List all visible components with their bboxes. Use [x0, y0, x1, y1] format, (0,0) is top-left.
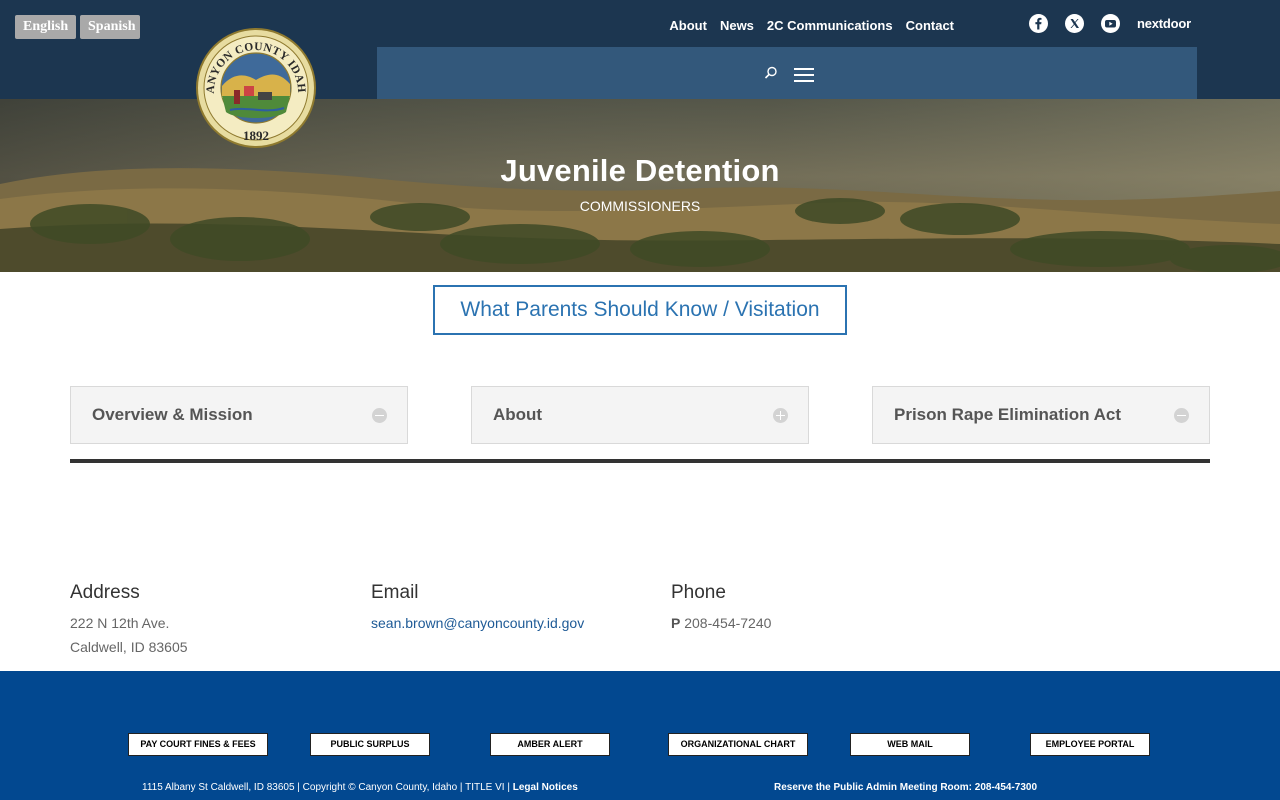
accordion-label: Prison Rape Elimination Act [894, 405, 1122, 424]
footer-address-copyright: 1115 Albany St Caldwell, ID 83605 | Copy… [142, 782, 578, 793]
phone-prefix: P [671, 615, 681, 631]
phone-number: P 208-454-7240 [671, 611, 771, 635]
accordion-label: Overview & Mission [92, 405, 253, 424]
nav-about[interactable]: About [669, 18, 707, 33]
reserve-room-text: Reserve the Public Admin Meeting Room: 2… [774, 782, 1038, 793]
accordion-about[interactable]: About [471, 386, 809, 444]
footer-reserve-room: Reserve the Public Admin Meeting Room: 2… [774, 782, 1037, 793]
email-link[interactable]: sean.brown@canyoncounty.id.gov [371, 611, 584, 635]
language-spanish-button[interactable]: Spanish [80, 15, 140, 39]
address-heading: Address [70, 582, 140, 603]
address-line-1: 222 N 12th Ave. [70, 615, 170, 631]
facebook-icon[interactable] [1029, 14, 1048, 33]
accordion-prison-rape-elimination-act[interactable]: Prison Rape Elimination Act [872, 386, 1210, 444]
nextdoor-link[interactable]: nextdoor [1137, 16, 1191, 31]
nav-news[interactable]: News [720, 18, 754, 33]
x-twitter-icon[interactable] [1065, 14, 1084, 33]
phone-heading: Phone [671, 582, 726, 603]
page-title: Juvenile Detention [500, 153, 780, 188]
legal-notices-link[interactable]: Legal Notices [513, 782, 578, 793]
accordion-overview-mission[interactable]: Overview & Mission [70, 386, 408, 444]
organizational-chart-button[interactable]: ORGANIZATIONAL CHART [668, 733, 808, 756]
nav-contact[interactable]: Contact [906, 18, 954, 33]
youtube-icon[interactable] [1101, 14, 1120, 33]
address-line-2: Caldwell, ID 83605 [70, 639, 188, 655]
language-english-button[interactable]: English [15, 15, 76, 39]
public-surplus-button[interactable]: PUBLIC SURPLUS [310, 733, 430, 756]
email-heading: Email [371, 582, 419, 603]
county-seal-logo[interactable]: CANYON COUNTY IDAHO 1892 [191, 19, 316, 148]
section-divider [70, 459, 1210, 463]
web-mail-button[interactable]: WEB MAIL [850, 733, 970, 756]
footer-address-text: 1115 Albany St Caldwell, ID 83605 | Copy… [142, 782, 513, 793]
phone-value: 208-454-7240 [684, 615, 772, 631]
hamburger-menu-icon[interactable] [794, 68, 814, 82]
accordion-label: About [493, 405, 543, 424]
plus-circle-icon[interactable] [773, 408, 788, 423]
search-menu-bar [377, 47, 1197, 99]
seal-year: 1892 [243, 128, 269, 143]
employee-portal-button[interactable]: EMPLOYEE PORTAL [1030, 733, 1150, 756]
nav-2c-communications[interactable]: 2C Communications [767, 18, 893, 33]
pay-court-fines-button[interactable]: PAY COURT FINES & FEES [128, 733, 268, 756]
minus-circle-icon[interactable] [1174, 408, 1189, 423]
amber-alert-button[interactable]: AMBER ALERT [490, 733, 610, 756]
minus-circle-icon[interactable] [372, 408, 387, 423]
page-subtitle: COMMISSIONERS [579, 198, 701, 214]
top-nav: About News 2C Communications Contact [656, 14, 954, 36]
search-icon[interactable] [764, 66, 778, 85]
parents-visitation-button[interactable]: What Parents Should Know / Visitation [433, 285, 847, 335]
